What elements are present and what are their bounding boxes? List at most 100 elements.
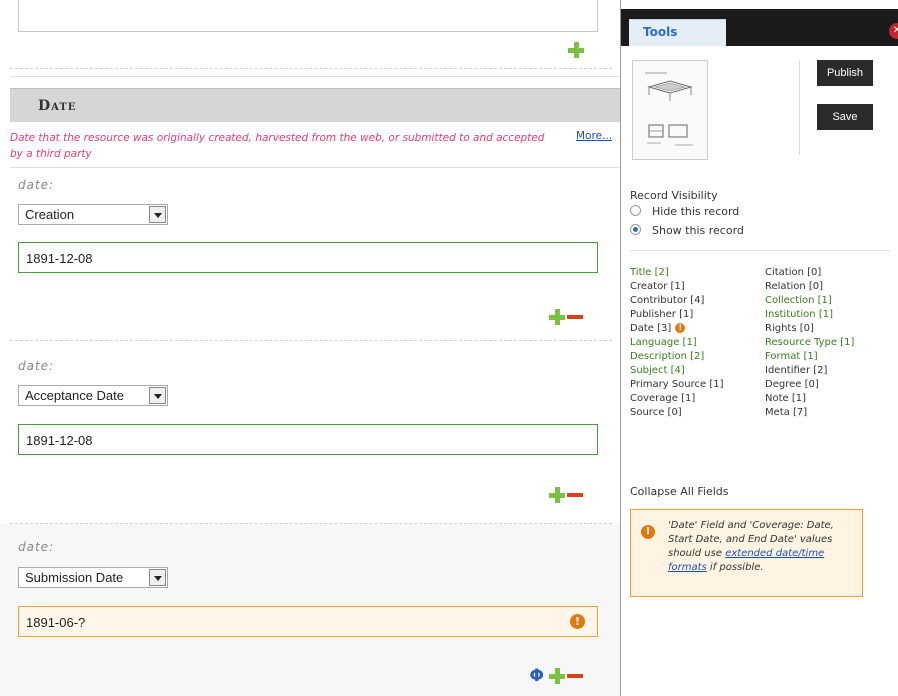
qualifier-value: Creation <box>25 207 75 222</box>
date-value: 1891-12-08 <box>26 433 93 448</box>
field-list-right: Citation [0] Relation [0] Collection [1] In… <box>765 266 854 420</box>
qualifier-select[interactable]: Submission Date <box>18 567 168 588</box>
field-count: [1] <box>818 309 833 320</box>
field-link-language[interactable]: Language [1] <box>630 336 724 350</box>
field-link-format[interactable]: Format [1] <box>765 350 854 364</box>
field-name: Relation <box>765 281 806 292</box>
phi-icon[interactable]: Φ <box>530 668 544 685</box>
field-link-resource-type[interactable]: Resource Type [1] <box>765 336 854 350</box>
publish-button[interactable]: Publish <box>817 60 873 86</box>
collapse-all-fields-link[interactable]: Collapse All Fields <box>630 485 729 498</box>
field-count: [1] <box>709 379 724 390</box>
field-count: [0] <box>804 379 819 390</box>
remove-entry-icon[interactable] <box>567 309 583 325</box>
entry-controls <box>549 487 583 503</box>
more-link[interactable]: More... <box>576 130 612 142</box>
record-thumbnail[interactable] <box>632 60 708 160</box>
date-value: 1891-12-08 <box>26 251 93 266</box>
field-link-date[interactable]: Date [3]! <box>630 322 724 336</box>
remove-entry-icon[interactable] <box>567 487 583 503</box>
field-name: Source <box>630 407 665 418</box>
field-name: Language <box>630 337 680 348</box>
radio-selected-icon[interactable] <box>630 224 641 235</box>
add-entry-icon[interactable] <box>549 487 565 503</box>
dropdown-arrow-icon[interactable] <box>149 206 166 223</box>
qualifier-value: Submission Date <box>25 570 124 585</box>
field-link-collection[interactable]: Collection [1] <box>765 294 854 308</box>
add-previous-field-icon[interactable] <box>568 42 584 58</box>
field-link-subject[interactable]: Subject [4] <box>630 364 724 378</box>
date-format-notice: ! 'Date' Field and 'Coverage: Date, Star… <box>630 509 863 597</box>
field-name: Creator <box>630 281 668 292</box>
field-label: date: <box>18 359 55 373</box>
field-link-primary-source[interactable]: Primary Source [1] <box>630 378 724 392</box>
field-link-publisher[interactable]: Publisher [1] <box>630 308 724 322</box>
field-link-description[interactable]: Description [2] <box>630 350 724 364</box>
remove-entry-icon[interactable] <box>567 668 583 684</box>
field-name: Institution <box>765 309 816 320</box>
field-link-citation[interactable]: Citation [0] <box>765 266 854 280</box>
field-link-title[interactable]: Title [2] <box>630 266 724 280</box>
date-value-input[interactable]: 1891-12-08 <box>18 242 598 273</box>
field-name: Description <box>630 351 687 362</box>
date-value-input[interactable]: 1891-06-? ! <box>18 606 598 637</box>
qualifier-value: Acceptance Date <box>25 388 125 403</box>
previous-field-input[interactable] <box>18 0 598 32</box>
tab-bar: Tools ✕ <box>621 9 898 46</box>
field-link-meta[interactable]: Meta [7] <box>765 406 854 420</box>
warning-icon: ! <box>675 323 686 333</box>
field-count: [0] <box>807 267 822 278</box>
field-name: Degree <box>765 379 802 390</box>
tools-panel: Tools ✕ Publish Save Record Visibility H… <box>620 0 898 696</box>
field-count: [4] <box>690 295 705 306</box>
field-count: [1] <box>679 309 694 320</box>
warning-icon: ! <box>641 525 655 539</box>
tab-tools[interactable]: Tools <box>629 19 726 46</box>
field-link-coverage[interactable]: Coverage [1] <box>630 392 724 406</box>
close-icon[interactable]: ✕ <box>889 23 898 39</box>
field-list-left: Title [2] Creator [1] Contributor [4] Publi… <box>630 266 724 420</box>
field-link-rights[interactable]: Rights [0] <box>765 322 854 336</box>
field-name: Publisher <box>630 309 676 320</box>
dropdown-arrow-icon[interactable] <box>149 387 166 404</box>
record-editor: Date Date that the resource was original… <box>0 0 620 696</box>
add-entry-icon[interactable] <box>549 668 565 684</box>
date-value-input[interactable]: 1891-12-08 <box>18 424 598 455</box>
field-name: Citation <box>765 267 804 278</box>
save-button[interactable]: Save <box>817 104 873 130</box>
field-label: date: <box>18 178 55 192</box>
field-link-institution[interactable]: Institution [1] <box>765 308 854 322</box>
date-section-header[interactable]: Date <box>10 88 620 122</box>
radio-icon[interactable] <box>630 205 641 216</box>
field-count: [2] <box>690 351 705 362</box>
field-link-contributor[interactable]: Contributor [4] <box>630 294 724 308</box>
radio-label: Show this record <box>652 224 744 237</box>
field-link-creator[interactable]: Creator [1] <box>630 280 724 294</box>
dropdown-arrow-icon[interactable] <box>149 569 166 586</box>
add-entry-icon[interactable] <box>549 309 565 325</box>
field-name: Primary Source <box>630 379 707 390</box>
field-count: [1] <box>682 337 697 348</box>
field-link-degree[interactable]: Degree [0] <box>765 378 854 392</box>
qualifier-select[interactable]: Acceptance Date <box>18 385 168 406</box>
section-description: Date that the resource was originally cr… <box>10 132 545 160</box>
date-value: 1891-06-? <box>26 615 86 630</box>
field-count: [0] <box>667 407 682 418</box>
field-name: Note <box>765 393 789 404</box>
field-count: [4] <box>670 365 685 376</box>
notice-text-end: if possible. <box>706 562 764 573</box>
field-count: [1] <box>681 393 696 404</box>
patent-drawing-image <box>645 72 693 146</box>
field-count: [1] <box>803 351 818 362</box>
field-link-note[interactable]: Note [1] <box>765 392 854 406</box>
field-name: Format <box>765 351 801 362</box>
field-link-relation[interactable]: Relation [0] <box>765 280 854 294</box>
hide-record-radio[interactable]: Hide this record <box>630 205 739 218</box>
show-record-radio[interactable]: Show this record <box>630 224 744 237</box>
entry-controls: Φ <box>530 668 583 685</box>
field-name: Meta <box>765 407 790 418</box>
qualifier-select[interactable]: Creation <box>18 204 168 225</box>
field-link-source[interactable]: Source [0] <box>630 406 724 420</box>
radio-label: Hide this record <box>652 205 740 218</box>
field-link-identifier[interactable]: Identifier [2] <box>765 364 854 378</box>
